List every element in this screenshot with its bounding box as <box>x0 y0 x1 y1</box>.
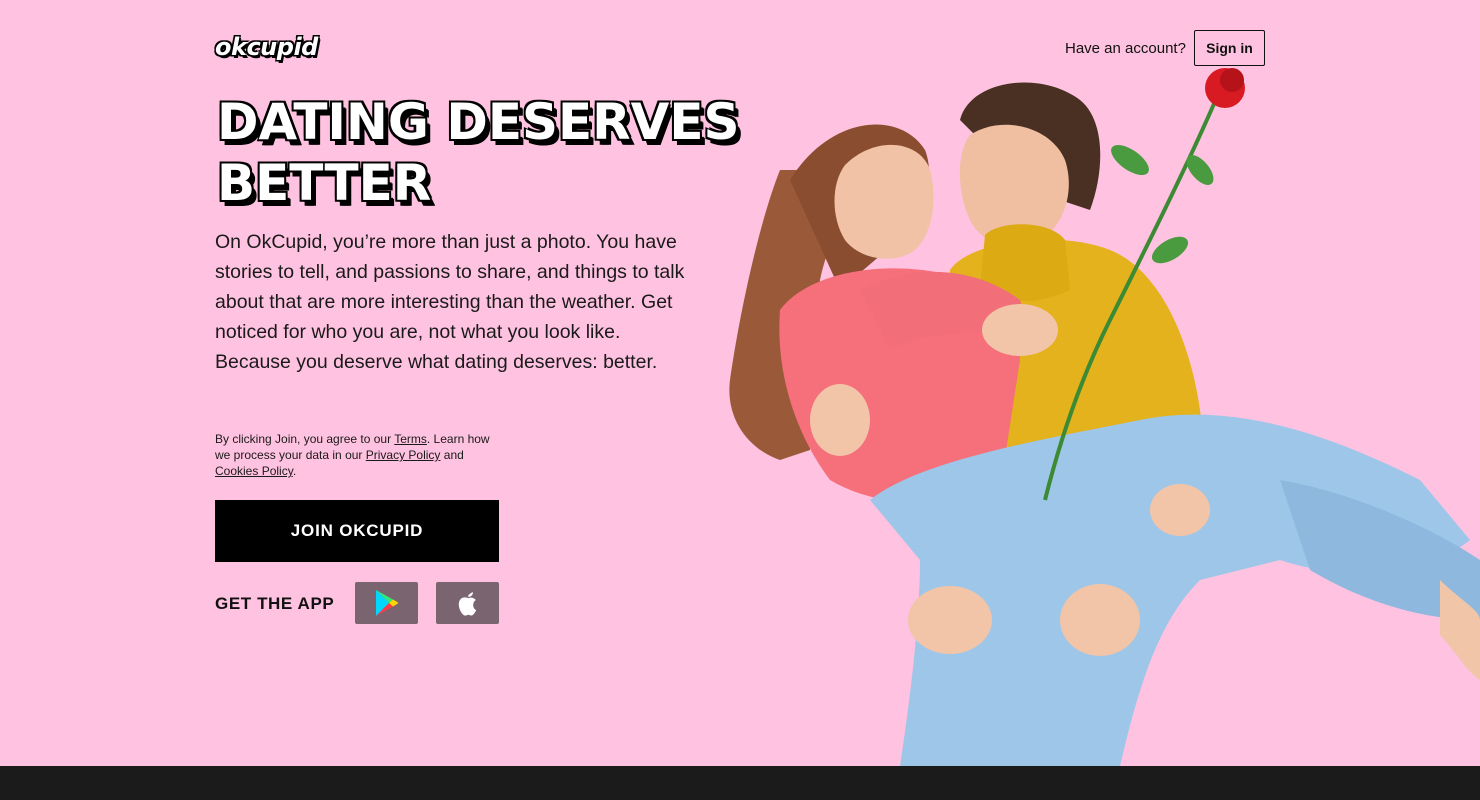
couple-illustration <box>729 68 1480 766</box>
hero-description: On OkCupid, you’re more than just a phot… <box>215 231 685 373</box>
hero-headline: DATING DESERVES BETTER <box>217 92 777 214</box>
have-account-text: Have an account? <box>1065 40 1186 57</box>
terms-link[interactable]: Terms <box>394 432 427 446</box>
legal-text: By clicking Join, you agree to our Terms… <box>215 431 505 479</box>
privacy-policy-link[interactable]: Privacy Policy <box>366 448 441 462</box>
footer-bar <box>0 766 1480 800</box>
okcupid-logo[interactable]: okcupid <box>215 32 318 62</box>
cookies-policy-link[interactable]: Cookies Policy <box>215 464 293 478</box>
legal-suffix: . <box>292 464 297 478</box>
google-play-icon <box>375 590 398 616</box>
headline-line-1: DATING DESERVES <box>217 93 740 151</box>
legal-and: and <box>440 448 464 462</box>
join-okcupid-button[interactable]: JOIN OKCUPID <box>215 500 499 562</box>
app-store-button[interactable] <box>436 582 499 624</box>
get-the-app-label: GET THE APP <box>215 594 335 613</box>
couple-photo <box>720 60 1480 766</box>
google-play-button[interactable] <box>355 582 418 624</box>
landing-page: okcupid Have an account? Sign in DATING … <box>0 0 1480 800</box>
legal-prefix: By clicking Join, you agree to our <box>215 432 395 446</box>
apple-icon <box>458 592 476 616</box>
headline-line-2: BETTER <box>217 154 432 212</box>
